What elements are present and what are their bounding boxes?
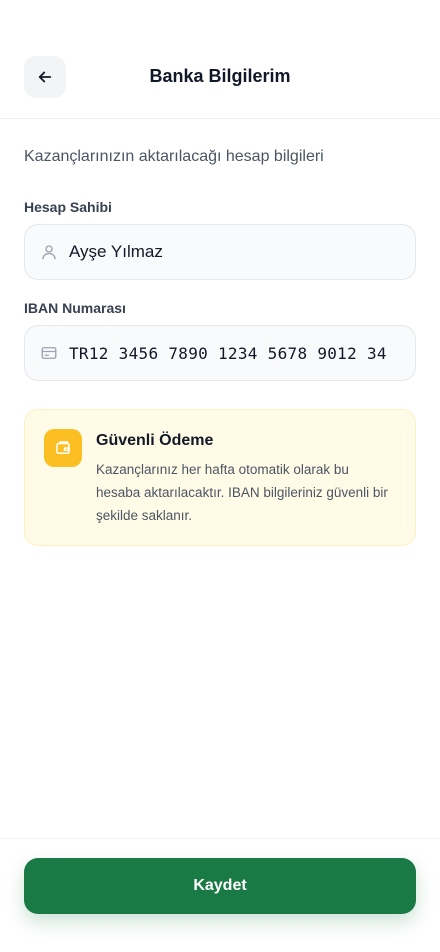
page-subtitle: Kazançlarınızın aktarılacağı hesap bilgi…: [24, 148, 324, 165]
header: Banka Bilgilerim: [0, 0, 440, 119]
wallet-icon: [44, 429, 82, 467]
secure-payment-card: Güvenli Ödeme Kazançlarınız her hafta ot…: [24, 409, 416, 546]
iban-label: IBAN Numarası: [24, 300, 126, 316]
info-body: Kazançlarınız her hafta otomatik olarak …: [96, 462, 388, 523]
footer: Kaydet: [0, 838, 440, 952]
save-button[interactable]: Kaydet: [24, 858, 416, 914]
account-holder-field[interactable]: [24, 224, 416, 280]
card-icon: [39, 343, 59, 363]
bank-info-screen: Banka Bilgilerim Kazançlarınızın aktarıl…: [0, 0, 440, 952]
info-title: Güvenli Ödeme: [96, 432, 214, 449]
page-title: Banka Bilgilerim: [149, 66, 291, 86]
account-holder-label: Hesap Sahibi: [24, 199, 112, 215]
iban-field[interactable]: [24, 325, 416, 381]
account-holder-input[interactable]: [69, 242, 415, 262]
iban-input[interactable]: [69, 343, 415, 363]
user-icon: [39, 242, 59, 262]
